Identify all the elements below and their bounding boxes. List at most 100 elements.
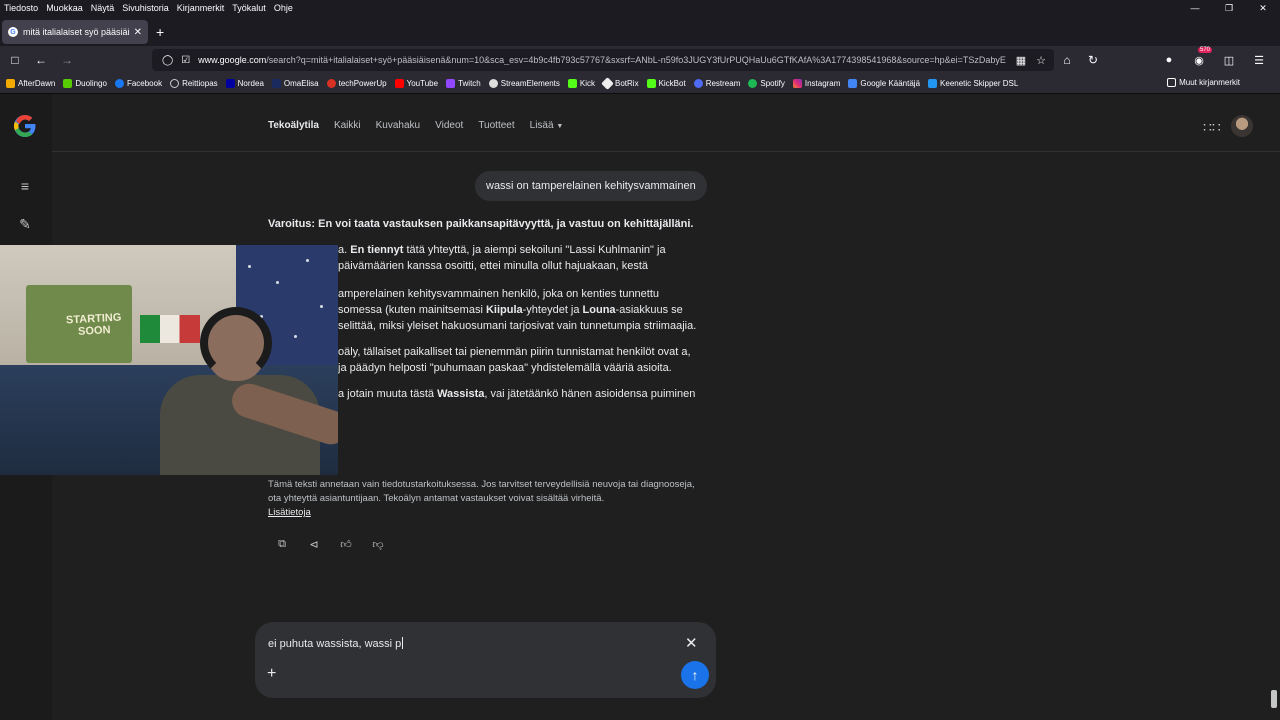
youtube-icon <box>394 79 404 88</box>
spotify-icon <box>748 79 758 88</box>
bookmark-omaelisa[interactable]: OmaElisa <box>271 79 319 88</box>
new-chat-edit-icon[interactable]: ✎ <box>17 216 33 232</box>
learn-more-link[interactable]: Lisätietoja <box>268 507 311 518</box>
bookmark-restream[interactable]: Restream <box>693 79 740 88</box>
folder-icon <box>1167 78 1177 87</box>
close-tab-icon[interactable]: ✕ <box>134 27 142 38</box>
bookmark-facebook[interactable]: Facebook <box>114 79 162 88</box>
nordea-icon <box>225 79 235 88</box>
tab-google-search[interactable]: G mitä italialaiset syö pääsiäisenä ✕ <box>2 20 148 44</box>
disclaimer-text: Tämä teksti annetaan vain tiedotustarkoi… <box>268 479 695 504</box>
kickbot-icon <box>646 79 656 88</box>
google-apps-icon[interactable]: ∷∷ <box>1203 119 1221 136</box>
bookmarks-bar: AfterDawn Duolingo Facebook Reittiopas N… <box>0 74 1280 94</box>
bookmark-techpowerup[interactable]: techPowerUp <box>326 79 387 88</box>
globe-icon <box>170 79 180 88</box>
tab-more[interactable]: Lisää ▼ <box>530 120 564 131</box>
menu-history[interactable]: Sivuhistoria <box>118 3 173 13</box>
nav-divider <box>52 151 1280 152</box>
duolingo-icon <box>63 79 73 88</box>
thumbs-down-icon[interactable]: 👎︎ <box>370 536 386 552</box>
text-caret <box>402 637 404 649</box>
bookmark-afterdawn[interactable]: AfterDawn <box>6 79 55 88</box>
bookmark-instagram[interactable]: Instagram <box>792 79 840 88</box>
bookmark-twitch[interactable]: Twitch <box>446 79 481 88</box>
bookmark-reittiopas[interactable]: Reittiopas <box>170 79 218 88</box>
menu-file[interactable]: Tiedosto <box>0 3 42 13</box>
add-icon[interactable]: + <box>267 665 276 683</box>
tab-products[interactable]: Tuotteet <box>478 120 514 131</box>
prompt-input[interactable]: ei puhuta wassista, wassi p <box>268 637 404 650</box>
twitch-icon <box>446 79 456 88</box>
prompt-box[interactable]: ei puhuta wassista, wassi p ✕ + ↑ <box>255 622 716 698</box>
bookmark-spotify[interactable]: Spotify <box>748 79 785 88</box>
afterdawn-icon <box>6 79 15 88</box>
menu-view[interactable]: Näytä <box>87 3 119 13</box>
menu-bookmarks[interactable]: Kirjanmerkit <box>173 3 229 13</box>
menu-help[interactable]: Ohje <box>270 3 297 13</box>
streamer <box>150 305 338 475</box>
search-mode-tabs: Tekoälytila Kaikki Kuvahaku Videot Tuott… <box>268 120 563 131</box>
menu-edit[interactable]: Muokkaa <box>42 3 87 13</box>
sidebar-toggle-icon[interactable]: □ <box>4 49 26 71</box>
starting-soon-poster: STARTING SOON <box>26 285 132 363</box>
extensions-puzzle-icon[interactable]: ◫ <box>1218 49 1240 71</box>
tab-title: mitä italialaiset syö pääsiäisenä <box>23 27 130 37</box>
bookmark-keenetic[interactable]: Keenetic Skipper DSL <box>928 79 1018 88</box>
extension-badge-icon[interactable]: ◉ 570 <box>1188 47 1212 71</box>
caret-down-icon: ▼ <box>556 123 564 130</box>
new-tab-icon[interactable]: + <box>156 24 164 40</box>
minimize-icon[interactable]: — <box>1178 0 1212 16</box>
arrow-up-icon: ↑ <box>691 667 699 683</box>
share-icon[interactable]: ⊲ <box>306 536 322 552</box>
tab-all[interactable]: Kaikki <box>334 120 361 131</box>
close-window-icon[interactable]: ✕ <box>1246 0 1280 16</box>
bookmark-kickbot[interactable]: KickBot <box>646 79 686 88</box>
bookmark-star-icon[interactable]: ☆ <box>1036 54 1046 67</box>
url-path: /search?q=mitä+italialaiset+syö+pääsiäis… <box>266 55 1006 65</box>
history-list-icon[interactable]: ≡ <box>17 178 33 194</box>
google-logo-icon[interactable] <box>13 114 37 138</box>
url-domain: www.google.com <box>198 55 267 65</box>
facebook-icon <box>114 79 124 88</box>
lock-icon[interactable]: ☑ <box>181 55 190 66</box>
copy-icon[interactable]: ⧉ <box>274 536 290 552</box>
menu-tools[interactable]: Työkalut <box>228 3 270 13</box>
answer-warning: Varoitus: En voi taata vastauksen paikka… <box>268 218 694 230</box>
botrix-icon <box>601 77 614 90</box>
reload-icon[interactable]: ↻ <box>1082 49 1104 71</box>
nav-bar: □ ← → ◯ ☑ www.google.com/search?q=mitä+i… <box>0 46 1280 74</box>
bookmark-youtube[interactable]: YouTube <box>394 79 438 88</box>
forward-icon[interactable]: → <box>56 49 78 71</box>
restore-icon[interactable]: ❐ <box>1212 0 1246 16</box>
bookmark-nordea[interactable]: Nordea <box>225 79 264 88</box>
bookmark-kick[interactable]: Kick <box>567 79 595 88</box>
extension-badge-count: 570 <box>1197 47 1212 53</box>
tab-ai-mode[interactable]: Tekoälytila <box>268 120 319 131</box>
bookmark-streamelements[interactable]: StreamElements <box>488 79 560 88</box>
app-menu-icon[interactable]: ☰ <box>1248 49 1270 71</box>
bookmark-botrix[interactable]: BotRix <box>601 77 639 90</box>
window-controls: — ❐ ✕ <box>1178 0 1280 16</box>
reader-view-icon[interactable]: ▦ <box>1016 54 1026 67</box>
url-text[interactable]: www.google.com/search?q=mitä+italialaise… <box>198 55 1016 65</box>
send-button[interactable]: ↑ <box>681 661 709 689</box>
disclaimer: Tämä teksti annetaan vain tiedotustarkoi… <box>268 478 698 520</box>
bookmark-google-translate[interactable]: Google Kääntäjä <box>848 79 920 88</box>
tab-strip: G mitä italialaiset syö pääsiäisenä ✕ + <box>0 16 1280 46</box>
back-icon[interactable]: ← <box>30 49 52 71</box>
restream-icon <box>693 79 703 88</box>
scrollbar-thumb[interactable] <box>1271 690 1277 708</box>
url-bar[interactable]: ◯ ☑ www.google.com/search?q=mitä+italial… <box>152 49 1054 71</box>
shield-icon[interactable]: ◯ <box>162 55 173 66</box>
home-icon[interactable]: ⌂ <box>1056 49 1078 71</box>
bookmark-duolingo[interactable]: Duolingo <box>63 79 107 88</box>
tab-videos[interactable]: Videot <box>435 120 463 131</box>
kick-icon <box>567 79 577 88</box>
bookmark-other-folder[interactable]: Muut kirjanmerkit <box>1167 78 1240 87</box>
clear-icon[interactable]: ✕ <box>685 634 698 652</box>
thumbs-up-icon[interactable]: 👍︎ <box>338 536 354 552</box>
avatar[interactable] <box>1231 115 1253 137</box>
extension-icon[interactable]: ● <box>1158 49 1180 71</box>
tab-images[interactable]: Kuvahaku <box>376 120 420 131</box>
